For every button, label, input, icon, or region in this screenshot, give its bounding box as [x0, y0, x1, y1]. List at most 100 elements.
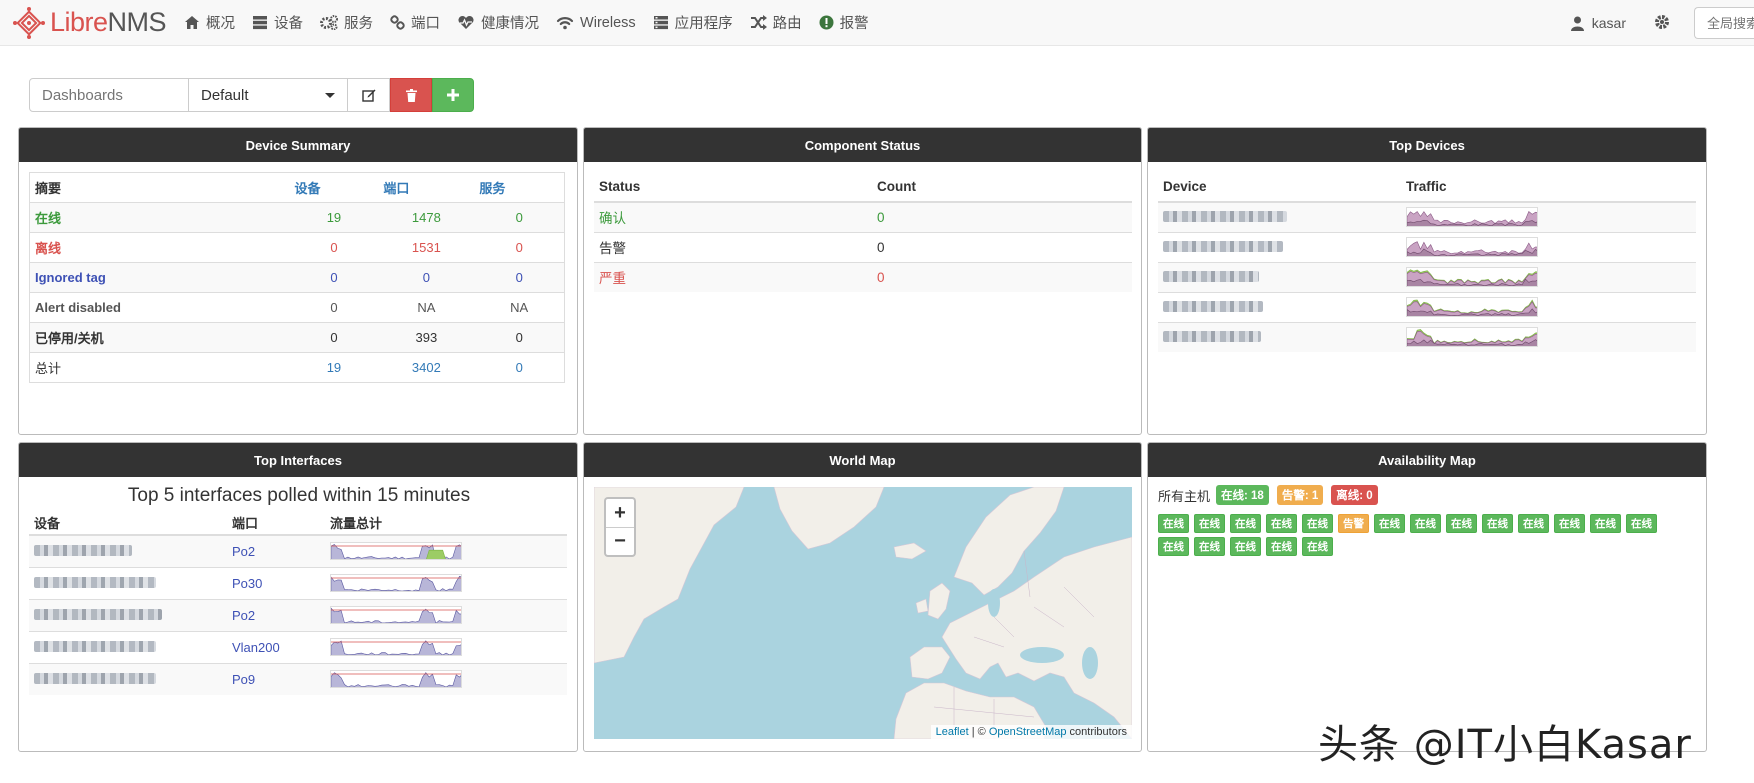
row-label[interactable]: 已停用/关机: [29, 322, 290, 353]
device-hostname-blurred[interactable]: [34, 544, 132, 556]
nav-routing[interactable]: 路由: [750, 12, 802, 33]
device-hostname-blurred[interactable]: [1163, 240, 1283, 252]
traffic-sparkline[interactable]: [1401, 231, 1696, 262]
add-widget-button[interactable]: [432, 78, 474, 112]
host-status-tile[interactable]: 在线: [1446, 514, 1477, 533]
widget-title[interactable]: World Map: [584, 443, 1141, 477]
dashboards-input[interactable]: [29, 78, 189, 112]
port-link[interactable]: Po9: [227, 662, 325, 695]
interface-traffic-sparkline[interactable]: [325, 534, 567, 567]
leaflet-link[interactable]: Leaflet: [936, 726, 969, 738]
widget-title[interactable]: Availability Map: [1148, 443, 1706, 477]
column-header-services[interactable]: 服务: [474, 172, 565, 203]
widget-title[interactable]: Device Summary: [19, 128, 577, 162]
nav-wireless[interactable]: Wireless: [556, 15, 636, 31]
row-label[interactable]: 在线: [29, 202, 290, 233]
delete-dashboard-button[interactable]: [390, 78, 432, 112]
host-status-tile[interactable]: 在线: [1482, 514, 1513, 533]
host-status-tile[interactable]: 在线: [1266, 514, 1297, 533]
host-status-tile[interactable]: 在线: [1626, 514, 1657, 533]
cell-services[interactable]: 0: [474, 322, 565, 353]
host-status-tile[interactable]: 告警: [1338, 514, 1369, 533]
cell-services[interactable]: 0: [474, 262, 565, 293]
host-status-tile[interactable]: 在线: [1158, 537, 1189, 556]
cell-devices[interactable]: 0: [289, 232, 379, 263]
host-status-tile[interactable]: 在线: [1230, 537, 1261, 556]
user-menu[interactable]: kasar: [1570, 15, 1626, 31]
interface-traffic-sparkline[interactable]: [325, 630, 567, 663]
global-search-input[interactable]: [1694, 7, 1754, 39]
host-status-tile[interactable]: 在线: [1230, 514, 1261, 533]
device-hostname-blurred[interactable]: [34, 672, 156, 684]
cell-services[interactable]: 0: [474, 232, 565, 263]
cell-services[interactable]: 0: [474, 202, 565, 233]
interface-traffic-sparkline[interactable]: [325, 566, 567, 599]
nav-health[interactable]: 健康情况: [457, 12, 539, 33]
widget-title[interactable]: Component Status: [584, 128, 1141, 162]
device-hostname-blurred[interactable]: [34, 576, 156, 588]
nav-overview[interactable]: 概况: [184, 12, 235, 33]
device-hostname-blurred[interactable]: [1163, 300, 1263, 312]
edit-dashboard-button[interactable]: [348, 78, 390, 112]
host-status-tile[interactable]: 在线: [1518, 514, 1549, 533]
settings-button[interactable]: [1654, 14, 1670, 33]
nav-devices[interactable]: 设备: [252, 12, 303, 33]
traffic-sparkline[interactable]: [1401, 201, 1696, 232]
row-label[interactable]: Alert disabled: [29, 292, 290, 323]
librenms-logo[interactable]: LibreNMS: [12, 6, 167, 40]
cell-devices[interactable]: 0: [289, 322, 379, 353]
host-status-tile[interactable]: 在线: [1554, 514, 1585, 533]
openstreetmap-link[interactable]: OpenStreetMap: [989, 726, 1067, 738]
cell-devices[interactable]: 0: [289, 262, 379, 293]
row-label[interactable]: 总计: [29, 352, 290, 383]
cell-services[interactable]: 0: [474, 352, 565, 383]
dashboard-select[interactable]: Default: [189, 78, 348, 112]
traffic-sparkline[interactable]: [1401, 291, 1696, 322]
cell-devices[interactable]: 19: [289, 202, 379, 233]
host-status-tile[interactable]: 在线: [1410, 514, 1441, 533]
widget-title[interactable]: Top Devices: [1148, 128, 1706, 162]
host-status-tile[interactable]: 在线: [1194, 537, 1225, 556]
zoom-in-button[interactable]: +: [606, 499, 634, 527]
cell-ports[interactable]: 1478: [378, 202, 475, 233]
host-status-tile[interactable]: 在线: [1302, 537, 1333, 556]
port-link[interactable]: Vlan200: [227, 630, 325, 663]
device-hostname-blurred[interactable]: [34, 640, 156, 652]
traffic-sparkline[interactable]: [1401, 261, 1696, 292]
row-label[interactable]: Ignored tag: [29, 262, 290, 293]
zoom-out-button[interactable]: −: [606, 527, 634, 555]
host-status-tile[interactable]: 在线: [1194, 514, 1225, 533]
world-map[interactable]: + − Leaflet | © OpenStreetMap contributo…: [594, 487, 1132, 739]
widget-title[interactable]: Top Interfaces: [19, 443, 577, 477]
cell-ports[interactable]: 3402: [378, 352, 475, 383]
device-hostname-blurred[interactable]: [1163, 210, 1287, 222]
cell-ports[interactable]: 0: [378, 262, 475, 293]
column-header-devices[interactable]: 设备: [289, 172, 379, 203]
cell-ports[interactable]: 393: [378, 322, 475, 353]
device-hostname-blurred[interactable]: [34, 608, 162, 620]
port-link[interactable]: Po30: [227, 566, 325, 599]
cell-devices[interactable]: 19: [289, 352, 379, 383]
device-hostname-blurred[interactable]: [1163, 270, 1259, 282]
cell-devices[interactable]: 0: [289, 292, 379, 323]
port-link[interactable]: Po2: [227, 534, 325, 567]
sparkline-graph: [330, 638, 462, 656]
dashboard-select-value: Default: [201, 86, 249, 104]
nav-alerts[interactable]: 报警: [819, 12, 869, 33]
nav-ports[interactable]: 端口: [390, 12, 440, 33]
row-label[interactable]: 离线: [29, 232, 290, 263]
host-status-tile[interactable]: 在线: [1266, 537, 1297, 556]
cell-ports[interactable]: 1531: [378, 232, 475, 263]
host-status-tile[interactable]: 在线: [1590, 514, 1621, 533]
traffic-sparkline[interactable]: [1401, 321, 1696, 352]
host-status-tile[interactable]: 在线: [1158, 514, 1189, 533]
nav-applications[interactable]: 应用程序: [653, 12, 733, 33]
host-status-tile[interactable]: 在线: [1302, 514, 1333, 533]
port-link[interactable]: Po2: [227, 598, 325, 631]
column-header-ports[interactable]: 端口: [378, 172, 475, 203]
nav-services[interactable]: 服务: [320, 12, 373, 33]
host-status-tile[interactable]: 在线: [1374, 514, 1405, 533]
interface-traffic-sparkline[interactable]: [325, 662, 567, 695]
interface-traffic-sparkline[interactable]: [325, 598, 567, 631]
device-hostname-blurred[interactable]: [1163, 330, 1261, 342]
